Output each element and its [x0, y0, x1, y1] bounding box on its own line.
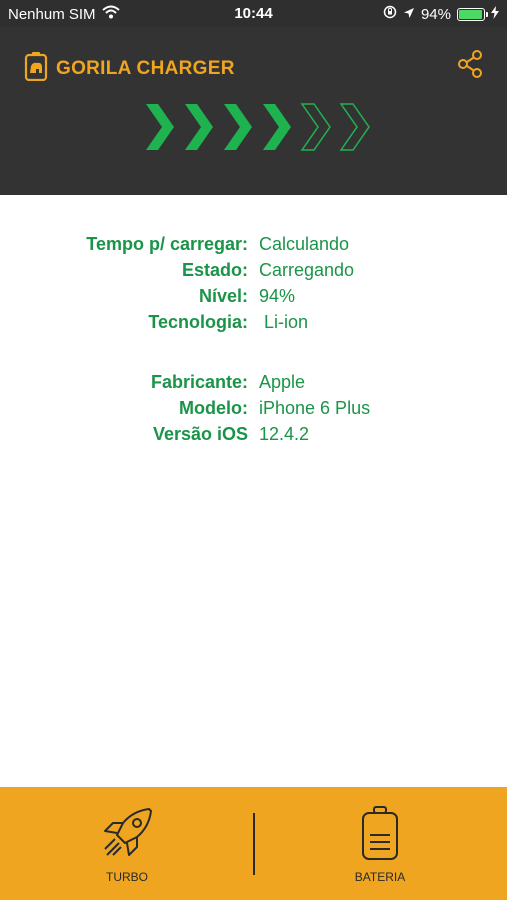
gorilla-battery-logo-icon: [24, 51, 48, 86]
battery-percent: 94%: [420, 5, 451, 23]
info-label: Nível:: [198, 286, 248, 306]
brand: GORILA CHARGER: [24, 51, 235, 86]
chevron-empty-icon: [339, 103, 370, 151]
chevron-filled-icon: [146, 104, 174, 150]
tab-divider: [253, 813, 255, 875]
chevron-filled-icon: [185, 104, 213, 150]
info-row-technology: Tecnologia: Li-ion: [0, 312, 507, 338]
bottom-tab-bar: TURBO BATERIA: [0, 787, 507, 900]
charge-progress-chevrons: [142, 102, 374, 152]
info-value: 12.4.2: [259, 424, 310, 444]
app-header: GORILA CHARGER: [0, 27, 507, 195]
tab-turbo[interactable]: TURBO: [27, 787, 227, 900]
info-label: Tecnologia:: [148, 312, 248, 332]
info-row-manufacturer: Fabricante: Apple: [0, 372, 507, 398]
info-label: Estado:: [181, 260, 248, 280]
info-value: Calculando: [259, 234, 350, 254]
location-icon: [403, 6, 415, 23]
app-title: GORILA CHARGER: [56, 57, 235, 79]
info-label: Modelo:: [179, 398, 248, 418]
tab-label: TURBO: [106, 870, 148, 884]
status-bar-right: 94%: [383, 5, 499, 23]
info-label: Tempo p/ carregar:: [86, 234, 248, 254]
chevron-filled-icon: [224, 104, 252, 150]
info-row-charge-time: Tempo p/ carregar: Calculando: [0, 234, 507, 260]
tab-bateria[interactable]: BATERIA: [280, 787, 480, 900]
info-row-model: Modelo: iPhone 6 Plus: [0, 398, 507, 424]
share-icon[interactable]: [457, 49, 483, 79]
orientation-lock-icon: [383, 5, 397, 23]
info-value: Carregando: [259, 260, 355, 280]
battery-icon: [360, 805, 400, 868]
battery-nub: [486, 11, 488, 17]
tab-label: BATERIA: [354, 870, 406, 884]
status-bar: Nenhum SIM 10:44 94%: [0, 0, 507, 27]
info-value: 94%: [259, 286, 296, 306]
charging-bolt-icon: [491, 5, 499, 23]
info-value: iPhone 6 Plus: [259, 398, 371, 418]
battery-fill: [459, 9, 482, 19]
rocket-icon: [99, 805, 155, 866]
info-label: Versão iOS: [152, 424, 248, 444]
info-row-level: Nível: 94%: [0, 286, 507, 312]
chevron-filled-icon: [263, 104, 291, 150]
info-row-ios-version: Versão iOS 12.4.2: [0, 424, 507, 450]
info-value: Apple: [259, 372, 306, 392]
chevron-empty-icon: [300, 103, 331, 151]
info-value: Li-ion: [259, 312, 309, 332]
info-row-state: Estado: Carregando: [0, 260, 507, 286]
info-label: Fabricante:: [150, 372, 248, 392]
battery-icon: [457, 7, 488, 21]
